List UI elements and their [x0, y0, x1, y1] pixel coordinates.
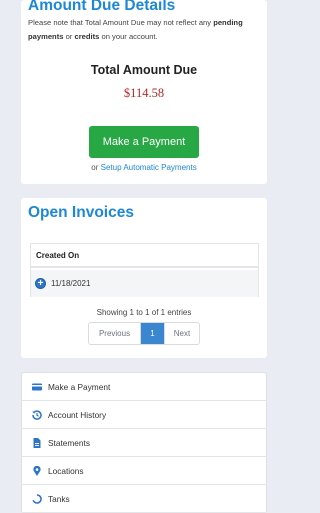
created-on-cell: 11/18/2021	[51, 279, 91, 288]
tank-icon	[32, 494, 42, 504]
amount-due-title: Amount Due Details	[28, 0, 176, 14]
nav-item-locations[interactable]: Locations	[22, 457, 266, 485]
entries-info: Showing 1 to 1 of 1 entries	[96, 308, 192, 317]
nav-item-label: Make a Payment	[48, 382, 111, 392]
nav-item-statements[interactable]: Statements	[22, 429, 266, 457]
credit-card-icon	[32, 383, 42, 391]
nav-item-make-payment[interactable]: Make a Payment	[22, 373, 266, 401]
nav-item-label: Locations	[48, 466, 84, 476]
total-amount-value: $114.58	[123, 86, 165, 100]
nav-item-account-history[interactable]: Account History	[22, 401, 266, 429]
page-1-button[interactable]: 1	[141, 323, 164, 344]
expand-row-icon[interactable]: +	[35, 278, 46, 289]
column-header-created-on[interactable]: Created On	[31, 244, 258, 268]
setup-automatic-payments-link[interactable]: Setup Automatic Payments	[101, 163, 197, 172]
invoices-table: Created On + 11/18/2021	[30, 243, 259, 297]
nav-item-tanks[interactable]: Tanks	[22, 485, 266, 513]
previous-page-button[interactable]: Previous	[89, 323, 141, 344]
next-page-button[interactable]: Next	[164, 323, 199, 344]
total-amount-label: Total Amount Due	[90, 63, 198, 77]
open-invoices-title: Open Invoices	[28, 204, 134, 221]
make-payment-button[interactable]: Make a Payment	[89, 126, 199, 158]
nav-item-label: Statements	[48, 438, 90, 448]
setup-automatic-line: or Setup Automatic Payments	[91, 163, 197, 172]
file-icon	[33, 438, 41, 448]
table-row[interactable]: + 11/18/2021	[31, 270, 258, 297]
nav-item-label: Tanks	[48, 494, 70, 504]
pagination: Previous 1 Next	[88, 322, 200, 345]
amount-due-notice: Please note that Total Amount Due may no…	[28, 18, 243, 41]
history-icon	[32, 410, 42, 420]
open-invoices-card: Open Invoices Created On + 11/18/2021 Sh…	[21, 198, 267, 358]
map-marker-icon	[33, 466, 41, 476]
amount-due-card: Amount Due Details Please note that Tota…	[21, 0, 267, 184]
account-nav-menu: Make a Payment Account History Statement…	[21, 372, 267, 513]
nav-item-label: Account History	[48, 410, 107, 420]
